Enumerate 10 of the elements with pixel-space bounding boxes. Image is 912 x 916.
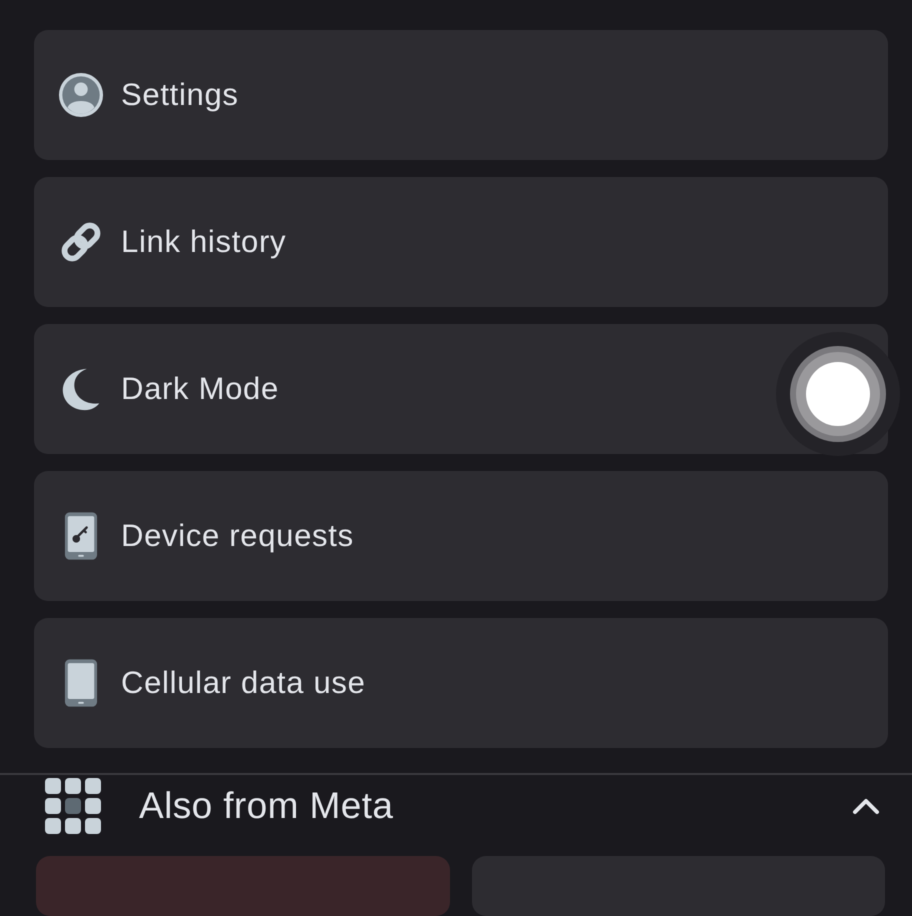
phone-icon — [64, 658, 98, 708]
menu-item[interactable]: Settings — [34, 30, 888, 160]
app-grid-icon — [45, 778, 101, 834]
menu-item[interactable]: Cellular data use — [34, 618, 888, 748]
phone-key-icon — [64, 511, 98, 561]
menu-item[interactable]: Link history — [34, 177, 888, 307]
app-tile[interactable] — [36, 856, 450, 916]
person-circle-icon — [58, 72, 104, 118]
menu-item[interactable]: Device requests — [34, 471, 888, 601]
section-header[interactable]: Also from Meta — [0, 775, 912, 836]
